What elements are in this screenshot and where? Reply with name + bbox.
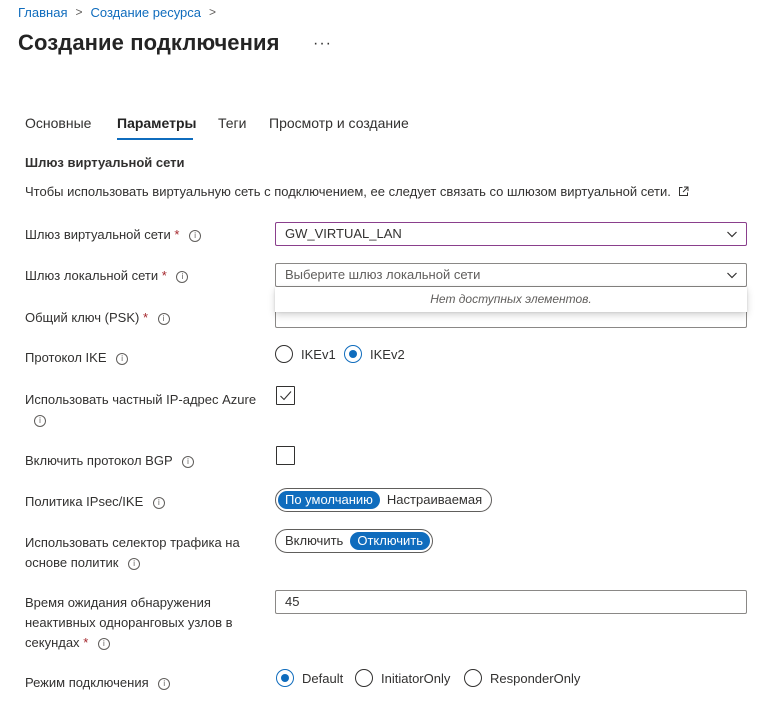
tab-basics[interactable]: Основные: [25, 115, 91, 131]
info-icon[interactable]: i: [152, 496, 165, 509]
radio-button[interactable]: [355, 669, 373, 687]
chevron-down-icon: [727, 231, 737, 238]
required-marker: *: [83, 635, 89, 650]
policy-selector-label-line1: Использовать селектор трафика на: [25, 535, 240, 550]
breadcrumb-chevron-icon: >: [75, 5, 83, 19]
psk-label-text: Общий ключ (PSK): [25, 310, 140, 325]
required-marker: *: [161, 268, 167, 283]
policy-selector-disable-option[interactable]: Отключить: [350, 532, 431, 550]
connection-mode-initiator-only[interactable]: InitiatorOnly: [355, 669, 450, 687]
breadcrumb-create-resource-link[interactable]: Создание ресурса: [91, 5, 202, 20]
bgp-label: Включить протокол BGP i: [25, 451, 194, 471]
local-gateway-label: Шлюз локальной сети * i: [25, 266, 189, 286]
local-gateway-placeholder: Выберите шлюз локальной сети: [285, 267, 481, 282]
ike-label-text: Протокол IKE: [25, 350, 107, 365]
info-icon[interactable]: i: [34, 414, 46, 427]
psk-label: Общий ключ (PSK) * i: [25, 308, 170, 328]
dpd-timeout-label-line1: Время ожидания обнаружения: [25, 595, 211, 610]
radio-button[interactable]: [464, 669, 482, 687]
private-ip-checkbox[interactable]: [276, 386, 295, 405]
active-tab-indicator: [117, 138, 193, 140]
info-icon[interactable]: i: [176, 270, 189, 283]
radio-button-selected[interactable]: [344, 345, 362, 363]
policy-selector-enable-option[interactable]: Включить: [278, 532, 350, 550]
dpd-timeout-label-line2: неактивных одноранговых узлов в: [25, 615, 233, 630]
connection-mode-responder-only[interactable]: ResponderOnly: [464, 669, 580, 687]
ipsec-policy-default-option[interactable]: По умолчанию: [278, 491, 380, 509]
local-gateway-label-text: Шлюз локальной сети: [25, 268, 159, 283]
ike-option-ikev1[interactable]: IKEv1: [275, 345, 336, 363]
external-link-icon[interactable]: [678, 186, 689, 197]
vnet-gateway-label: Шлюз виртуальной сети * i: [25, 225, 202, 245]
dpd-timeout-input[interactable]: 45: [275, 590, 747, 614]
local-gateway-dropdown-panel: Нет доступных элементов.: [275, 287, 747, 312]
ike-option-label: IKEv1: [301, 346, 336, 362]
vnet-gateway-select[interactable]: GW_VIRTUAL_LAN: [275, 222, 747, 246]
ipsec-policy-label-text: Политика IPsec/IKE: [25, 494, 144, 509]
required-marker: *: [174, 227, 180, 242]
section-description: Чтобы использовать виртуальную сеть с по…: [25, 184, 689, 199]
radio-button-selected[interactable]: [276, 669, 294, 687]
vnet-gateway-value: GW_VIRTUAL_LAN: [285, 226, 402, 241]
policy-selector-toggle[interactable]: Включить Отключить: [275, 529, 434, 553]
dpd-timeout-label: Время ожидания обнаружения неактивных од…: [25, 593, 233, 653]
private-ip-label: Использовать частный IP-адрес Azure i: [25, 390, 265, 430]
section-title: Шлюз виртуальной сети: [25, 155, 185, 170]
connection-mode-option-label: Default: [302, 670, 344, 686]
dropdown-empty-message: Нет доступных элементов.: [430, 292, 592, 306]
info-icon[interactable]: i: [128, 557, 141, 570]
info-icon[interactable]: i: [182, 455, 194, 468]
connection-mode-option-label: ResponderOnly: [490, 670, 581, 686]
ipsec-policy-custom-option[interactable]: Настраиваемая: [380, 491, 489, 509]
ipsec-policy-toggle[interactable]: По умолчанию Настраиваемая: [275, 488, 493, 512]
info-icon[interactable]: i: [157, 312, 170, 325]
info-icon[interactable]: i: [97, 637, 110, 650]
ipsec-policy-label: Политика IPsec/IKE i: [25, 492, 165, 512]
policy-selector-label-line2: основе политик: [25, 555, 119, 570]
more-options-button[interactable]: ···: [313, 35, 332, 53]
ike-option-ikev2[interactable]: IKEv2: [344, 345, 405, 363]
connection-mode-default[interactable]: Default: [276, 669, 343, 687]
connection-mode-label: Режим подключения i: [25, 673, 171, 693]
info-icon[interactable]: i: [158, 677, 171, 690]
breadcrumb-home-link[interactable]: Главная: [18, 5, 67, 20]
bgp-checkbox[interactable]: [276, 446, 295, 465]
tab-parameters[interactable]: Параметры: [117, 115, 197, 131]
connection-mode-option-label: InitiatorOnly: [381, 670, 451, 686]
breadcrumb-chevron-icon: >: [209, 5, 217, 19]
breadcrumb: Главная > Создание ресурса >: [18, 4, 216, 20]
page-title: Создание подключения: [18, 30, 280, 55]
tab-review-create[interactable]: Просмотр и создание: [269, 115, 409, 131]
ike-label: Протокол IKE i: [25, 348, 129, 368]
tab-tags[interactable]: Теги: [218, 115, 246, 131]
section-description-text: Чтобы использовать виртуальную сеть с по…: [25, 184, 671, 199]
dpd-timeout-label-line3: секундах: [25, 635, 80, 650]
bgp-label-text: Включить протокол BGP: [25, 453, 173, 468]
connection-mode-label-text: Режим подключения: [25, 675, 149, 690]
ike-option-label: IKEv2: [370, 346, 405, 362]
policy-selector-label: Использовать селектор трафика на основе …: [25, 533, 240, 573]
chevron-down-icon: [727, 272, 737, 279]
checkmark-icon: [280, 391, 292, 401]
info-icon[interactable]: i: [189, 229, 202, 242]
required-marker: *: [142, 310, 149, 325]
private-ip-label-text: Использовать частный IP-адрес Azure: [25, 392, 257, 407]
local-gateway-select[interactable]: Выберите шлюз локальной сети: [275, 263, 747, 287]
info-icon[interactable]: i: [116, 352, 129, 365]
radio-button[interactable]: [275, 345, 293, 363]
vnet-gateway-label-text: Шлюз виртуальной сети: [25, 227, 171, 242]
